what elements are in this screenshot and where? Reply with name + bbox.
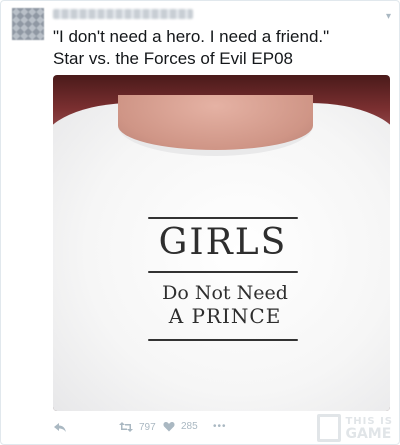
- shirt-rule-top: [148, 217, 298, 219]
- reply-icon: [54, 423, 66, 432]
- retweet-icon: [119, 422, 133, 432]
- shirt-line2: Do Not Need: [162, 282, 288, 304]
- more-button[interactable]: •••: [213, 421, 227, 432]
- tweet-card: ▾ "I don't need a hero. I need a friend.…: [0, 0, 400, 445]
- tweet-actions: 797 285 •••: [53, 419, 303, 437]
- shirt-rule-bottom: [148, 339, 298, 341]
- watermark-bottom: GAME: [345, 426, 392, 442]
- watermark-logo-icon: [317, 414, 342, 442]
- more-icon: •••: [213, 421, 227, 432]
- shirt-collar: [118, 95, 313, 156]
- tweet-text-line2: Star vs. the Forces of Evil EP08: [53, 49, 293, 68]
- like-count: 285: [181, 421, 198, 432]
- heart-icon: [163, 422, 175, 432]
- shirt-title: GIRLS: [158, 222, 288, 263]
- retweet-button[interactable]: 797: [119, 421, 156, 433]
- reply-button[interactable]: [53, 421, 67, 433]
- tweet-text-line1: "I don't need a hero. I need a friend.": [53, 27, 330, 46]
- avatar[interactable]: [12, 8, 44, 40]
- watermark: THIS IS GAME: [317, 414, 393, 442]
- tweet-photo[interactable]: GIRLS Do Not Need A PRINCE: [53, 75, 390, 411]
- author-name-blurred[interactable]: [53, 9, 193, 19]
- like-button[interactable]: 285: [163, 421, 198, 432]
- retweet-count: 797: [139, 421, 156, 433]
- chevron-down-icon[interactable]: ▾: [386, 11, 391, 22]
- shirt-line3: A PRINCE: [168, 304, 282, 328]
- tweet-text: "I don't need a hero. I need a friend." …: [53, 26, 387, 70]
- shirt-rule-middle: [148, 271, 298, 273]
